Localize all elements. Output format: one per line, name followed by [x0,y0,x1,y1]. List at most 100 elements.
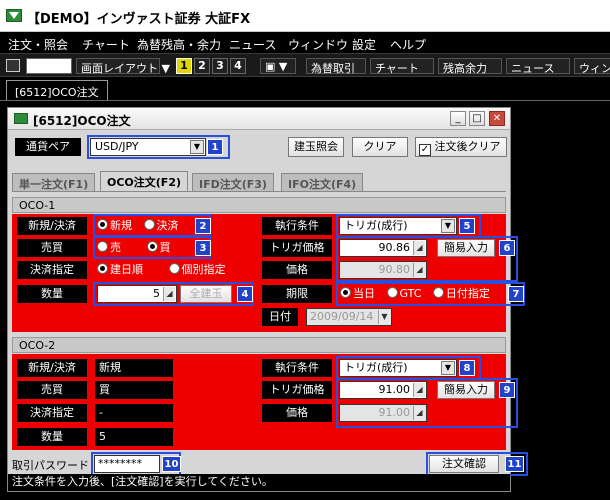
window-stack-icon: ▣ [265,60,276,73]
dialog-logo-icon [14,113,28,124]
after-order-clear-label: 注文後クリア [434,140,501,153]
callout-badge-4: 4 [237,286,253,302]
layout-button-4[interactable]: 4 [230,58,246,74]
callout-box-7 [336,282,525,306]
toolbar: 画面レイアウト ▼ 1 2 3 4 ▣ ▼ 為替取引 チャート 残高余力 ニュー… [0,53,610,77]
app-logo-icon [6,9,22,22]
oco1-settle-spec-label: 決済指定 [17,261,87,279]
oco1-period-label: 期限 [262,285,332,303]
password-label: 取引パスワード [12,459,89,472]
minimize-button[interactable]: _ [450,111,466,126]
layout-button-2[interactable]: 2 [194,58,210,74]
close-button[interactable]: ✕ [489,111,505,126]
oco1-by-date-radio[interactable]: 建日順 [97,263,143,276]
tab-oco-order-f2[interactable]: OCO注文(F2) [100,171,188,192]
menu-window[interactable]: ウィンドウ [288,36,348,53]
oco1-settle-spec-radio: 建日順 個別指定 [97,261,226,279]
menu-balance[interactable]: 為替残高・余力 [137,36,221,53]
callout-badge-5: 5 [459,218,475,234]
clear-button[interactable]: クリア [352,137,408,157]
callout-badge-9: 9 [499,382,515,398]
app-titlebar: 【DEMO】インヴァスト証券 大証FX [0,0,610,32]
menu-help[interactable]: ヘルプ [390,36,426,53]
oco1-new-settle-label: 新規/決済 [17,217,87,235]
oco2-qty-label: 数量 [17,428,87,446]
window-list-icon[interactable] [6,59,20,72]
callout-badge-8: 8 [459,360,475,376]
toolbar-news-button[interactable]: ニュース [506,58,570,75]
callout-badge-3: 3 [195,240,211,256]
menu-bar: 注文・照会 チャート 為替残高・余力 ニュース ウィンドウ 設定 ヘルプ [0,33,610,53]
tab-divider [12,191,506,192]
oco1-by-date-label: 建日順 [110,263,143,276]
oco2-price-label: 価格 [262,404,332,422]
window-tab-strip: [6512]OCO注文 [0,78,610,100]
tab-ifo-order[interactable]: IFO注文(F4) [281,173,364,191]
layout-dropdown[interactable]: 画面レイアウト ▼ [76,58,170,75]
menu-chart[interactable]: チャート [82,36,130,53]
callout-badge-2: 2 [195,218,211,234]
dialog-titlebar: [6512]OCO注文 _ □ ✕ [8,108,510,130]
oco2-settle-spec-value: - [95,404,173,422]
oco1-qty-label: 数量 [17,285,87,303]
oco2-settle-spec-label: 決済指定 [17,404,87,422]
oco2-new-settle-value: 新規 [95,359,173,377]
dialog-title: [6512]OCO注文 [33,114,131,128]
status-bar: 注文条件を入力後、[注文確認]を実行してください。 [8,474,510,491]
oco1-trigger-label: トリガ価格 [262,239,332,257]
toolbar-balance-button[interactable]: 残高余力 [438,58,502,75]
oco1-side-label: 売買 [17,239,87,257]
pair-label: 通貨ペア [15,138,81,156]
chevron-down-icon: ▼ [378,310,390,324]
maximize-button[interactable]: □ [469,111,485,126]
tab-single-order[interactable]: 単一注文(F1) [12,173,96,191]
oco-order-dialog: [6512]OCO注文 _ □ ✕ 通貨ペア USD/JPY ▼ 1 建玉照会 … [7,107,528,492]
after-order-clear-checkbox[interactable]: ✓ 注文後クリア [415,137,507,157]
chevron-down-icon: ▼ [161,62,170,75]
oco1-price-input[interactable]: 90.80 ◢ [339,261,427,279]
menu-order[interactable]: 注文・照会 [8,36,68,53]
callout-box-3 [93,236,211,259]
spinner-icon: ◢ [413,263,425,277]
oco2-exec-cond-label: 執行条件 [262,359,332,377]
app-title: 【DEMO】インヴァスト証券 大証FX [27,12,251,27]
layout-name-input[interactable] [26,58,72,74]
oco2-trigger-label: トリガ価格 [262,381,332,399]
callout-badge-10: 10 [162,456,181,472]
oco1-individual-label: 個別指定 [181,263,226,276]
callout-box-2 [93,214,211,237]
callout-box-4 [93,282,254,306]
positions-inquiry-button[interactable]: 建玉照会 [288,137,344,157]
spinner-icon: ◢ [413,406,425,420]
oco1-individual-radio[interactable]: 個別指定 [168,263,226,276]
oco1-header: OCO-1 [12,197,506,213]
oco1-exec-cond-label: 執行条件 [262,217,332,235]
menu-news[interactable]: ニュース [229,36,276,53]
chevron-down-icon: ▼ [278,60,288,73]
oco1-price-label: 価格 [262,261,332,279]
oco2-price-input[interactable]: 91.00 ◢ [339,404,427,422]
window-arrange-button[interactable]: ▣ ▼ [260,58,296,74]
oco1-price-value: 90.80 [378,263,411,276]
oco2-price-value: 91.00 [378,406,411,419]
layout-button-1[interactable]: 1 [176,58,192,74]
oco1-date-input[interactable]: 2009/09/14 ▼ [306,308,392,326]
oco1-date-value: 2009/09/14 [310,310,374,323]
radio-selected-icon [97,263,108,274]
toolbar-window-button[interactable]: ウィンドウ [574,58,610,74]
oco2-side-label: 売買 [17,381,87,399]
oco2-new-settle-label: 新規/決済 [17,359,87,377]
callout-badge-7: 7 [508,286,524,302]
menu-settings[interactable]: 設定 [352,36,376,53]
toolbar-chart-button[interactable]: チャート [370,58,434,75]
layout-dropdown-label: 画面レイアウト [81,62,158,75]
callout-badge-11: 11 [505,456,524,472]
tab-oco-order[interactable]: [6512]OCO注文 [6,80,108,100]
callout-badge-6: 6 [499,240,515,256]
oco2-qty-value: 5 [95,428,173,446]
layout-button-3[interactable]: 3 [212,58,228,74]
tab-ifd-order[interactable]: IFD注文(F3) [192,173,274,191]
toolbar-fx-trade-button[interactable]: 為替取引 [306,58,366,75]
callout-badge-1: 1 [207,139,223,155]
oco1-date-label: 日付 [262,308,298,326]
